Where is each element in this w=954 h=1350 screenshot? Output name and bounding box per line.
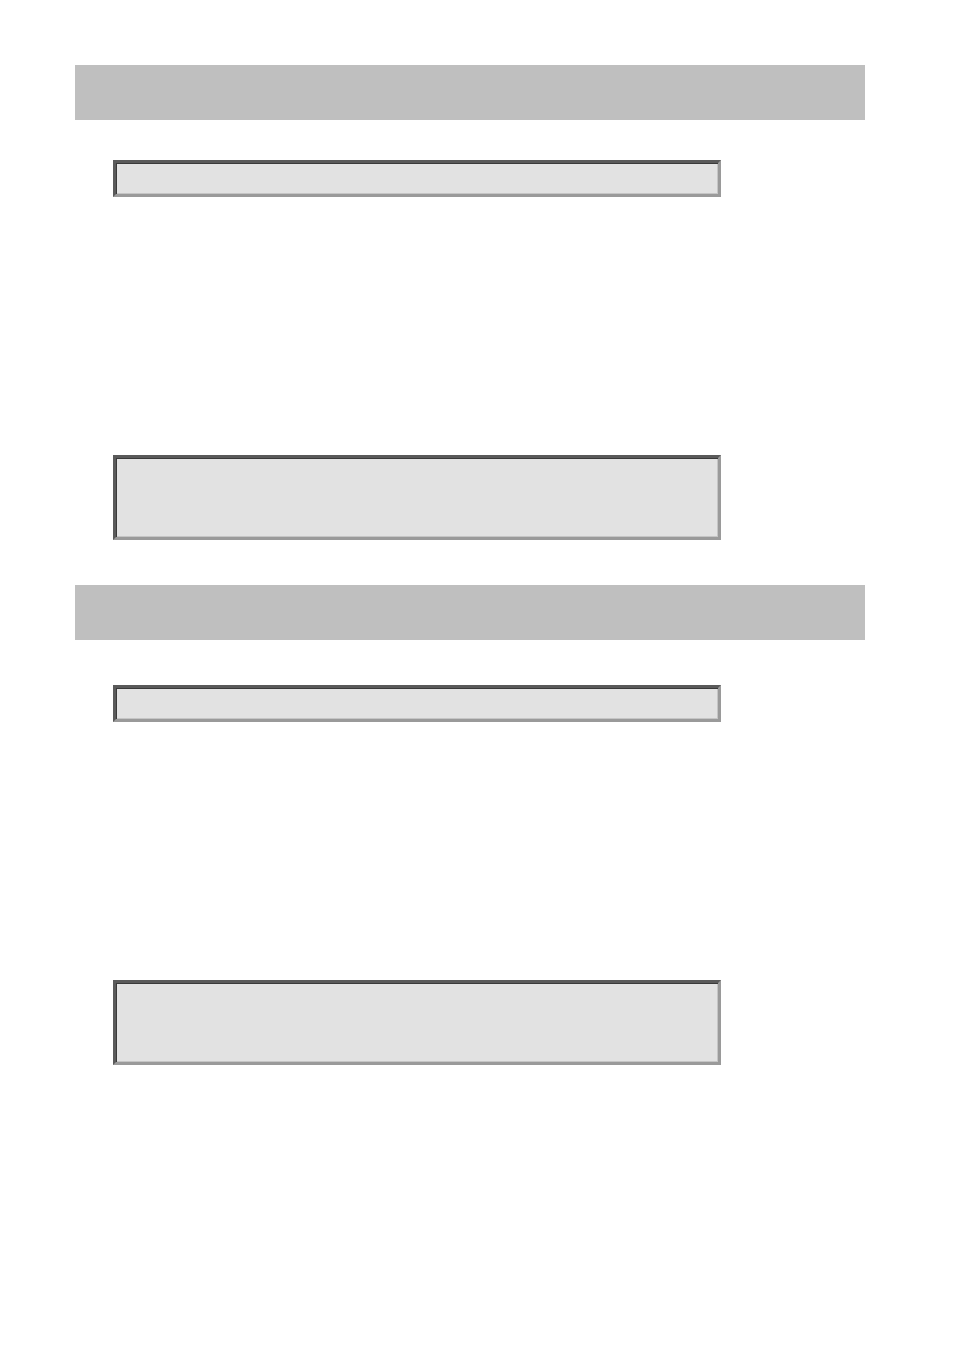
- section-header-2: [75, 585, 865, 640]
- content-box-1b: [113, 455, 721, 540]
- content-box-2b: [113, 980, 721, 1065]
- content-box-2a: [113, 685, 721, 722]
- section-header-1: [75, 65, 865, 120]
- content-box-1a: [113, 160, 721, 197]
